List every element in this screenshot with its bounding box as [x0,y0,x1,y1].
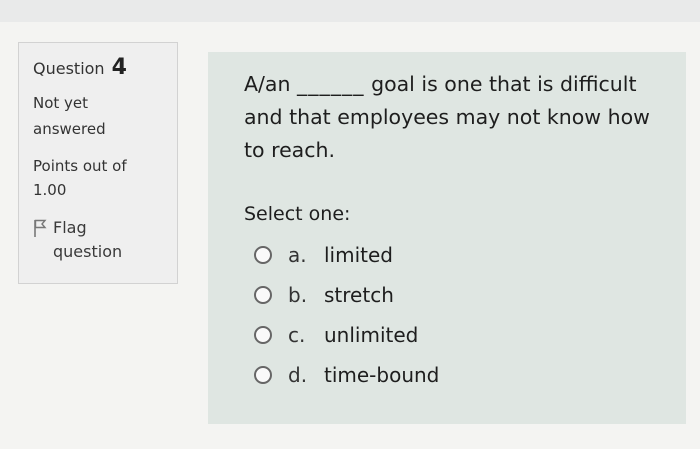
question-heading: Question 4 [33,57,177,80]
option-a-label: limited [324,243,393,267]
radio-option-c[interactable] [254,326,272,344]
option-b-label: stretch [324,283,394,307]
question-text: A/an ______ goal is one that is difficul… [244,68,674,167]
question-text-before: A/an [244,72,291,96]
question-state: Not yet answered [33,94,106,138]
option-d-label: time-bound [324,363,440,387]
option-c[interactable]: c. unlimited [244,315,666,355]
select-prompt: Select one: [244,203,351,225]
top-strip [0,0,700,22]
option-c-letter: c. [288,323,306,347]
option-b[interactable]: b. stretch [244,275,666,315]
question-grade: Points out of 1.00 [33,157,127,199]
answer-options: a. limited b. stretch c. unlimited d. ti… [244,235,666,395]
question-number: 4 [111,55,127,80]
flag-question-link[interactable]: Flag question [33,216,177,264]
option-b-letter: b. [288,283,308,307]
flag-icon [34,219,47,237]
flag-question-label: Flag question [53,218,123,261]
option-a-letter: a. [288,243,307,267]
radio-option-b[interactable] [254,286,272,304]
question-content: A/an ______ goal is one that is difficul… [208,52,686,424]
question-info-panel: Question 4 Not yet answered Points out o… [18,42,178,284]
option-d-letter: d. [288,363,308,387]
option-c-label: unlimited [324,323,419,347]
question-blank: ______ [297,72,365,96]
option-d[interactable]: d. time-bound [244,355,666,395]
radio-option-a[interactable] [254,246,272,264]
option-a[interactable]: a. limited [244,235,666,275]
question-label: Question [33,59,105,78]
radio-option-d[interactable] [254,366,272,384]
